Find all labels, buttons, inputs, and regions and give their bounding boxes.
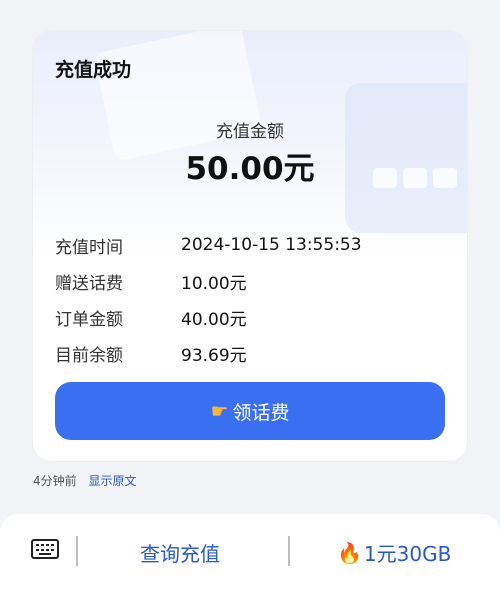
pointing-hand-icon: ☛: [210, 399, 229, 423]
detail-label: 目前余额: [55, 345, 123, 366]
menu-divider: [288, 536, 290, 566]
detail-row-bonus: 赠送话费 10.00元: [55, 263, 362, 299]
amount-value: 50.00元: [185, 151, 315, 187]
promo-data-label: 1元30GB: [363, 542, 452, 566]
claim-credit-label: 领话费: [232, 401, 290, 424]
query-recharge-button[interactable]: 查询充值: [140, 538, 220, 567]
keyboard-icon[interactable]: [31, 539, 59, 559]
card-title: 充值成功: [55, 59, 132, 81]
amount-label: 充值金额: [216, 122, 284, 142]
detail-row-balance: 目前余额 93.69元: [55, 335, 362, 371]
show-original-link[interactable]: 显示原文: [88, 474, 136, 488]
detail-value: 2024-10-15 13:55:53: [181, 235, 362, 255]
detail-value: 40.00元: [181, 309, 247, 330]
bottom-menu-bar: 查询充值 🔥 1元30GB: [0, 514, 500, 589]
detail-list: 充值时间 2024-10-15 13:55:53 赠送话费 10.00元 订单金…: [55, 227, 362, 371]
recharge-success-card: 充值成功 充值金额 50.00元 充值时间 2024-10-15 13:55:5…: [33, 31, 467, 461]
message-time: 4分钟前: [33, 474, 77, 488]
menu-divider: [76, 536, 78, 566]
claim-credit-button[interactable]: ☛ 领话费: [55, 382, 445, 440]
detail-label: 赠送话费: [55, 273, 123, 294]
fire-icon: 🔥: [337, 540, 362, 565]
detail-row-order-amount: 订单金额 40.00元: [55, 299, 362, 335]
detail-row-time: 充值时间 2024-10-15 13:55:53: [55, 227, 362, 263]
message-meta: 4分钟前 显示原文: [33, 472, 136, 489]
detail-label: 充值时间: [55, 237, 123, 258]
detail-value: 10.00元: [181, 273, 247, 294]
detail-label: 订单金额: [55, 309, 123, 330]
detail-value: 93.69元: [181, 345, 247, 366]
promo-data-button[interactable]: 🔥 1元30GB: [337, 538, 451, 567]
